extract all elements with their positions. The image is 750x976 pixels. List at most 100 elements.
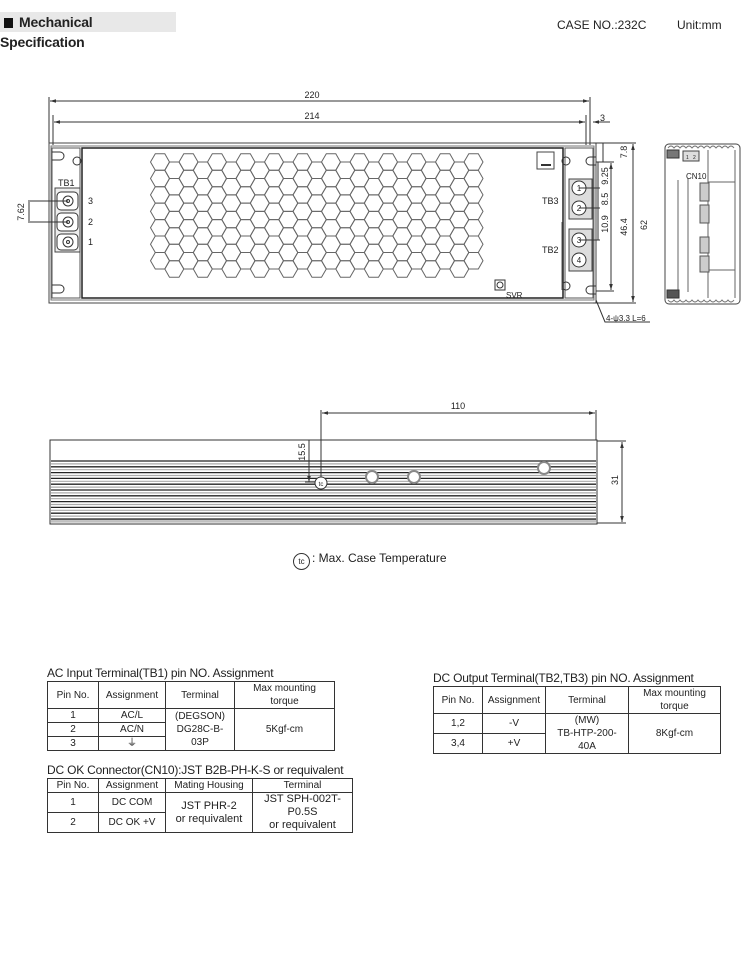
tb1-pin-1: 1 <box>88 237 93 247</box>
output-pin-1: 1 <box>577 184 582 193</box>
dim-110-label: 110 <box>451 401 465 411</box>
ac-input-table-title: AC Input Terminal(TB1) pin NO. Assignmen… <box>47 666 274 680</box>
assignment-cell: AC/N <box>98 722 166 737</box>
header-pin-no: Pin No. <box>47 681 99 709</box>
housing-model: JST PHR-2 <box>181 799 237 812</box>
tc-legend: tc: Max. Case Temperature <box>293 551 447 570</box>
tb1-pin-2: 2 <box>88 217 93 227</box>
assignment-cell: -V <box>482 713 546 734</box>
header-terminal: Terminal <box>252 778 353 793</box>
dc-ok-table: Pin No. Assignment Mating Housing Termin… <box>47 778 353 833</box>
ground-icon: ⏚ <box>98 736 166 751</box>
header-torque: Max mounting torque <box>234 681 335 709</box>
tb1-pin-3: 3 <box>88 196 93 206</box>
dim-15-5-label: 15.5 <box>297 443 307 461</box>
assignment-cell: DC OK +V <box>98 812 166 833</box>
terminal-brand: (DEGSON) <box>175 711 225 722</box>
dim-10-9-label: 10.9 <box>600 215 610 233</box>
pin-cell: 2 <box>47 722 99 737</box>
header-mating-housing: Mating Housing <box>165 778 253 793</box>
dim-220-label: 220 <box>304 90 319 100</box>
header-torque: Max mounting torque <box>628 686 721 714</box>
output-pin-4: 4 <box>577 256 582 265</box>
pin-cell: 2 <box>47 812 99 833</box>
vent-hole <box>463 252 484 270</box>
vent-hole <box>463 169 484 188</box>
dim-31-label: 31 <box>610 475 620 485</box>
vent-hole <box>463 186 484 204</box>
side-screw <box>537 461 551 475</box>
cn10-pin-1: 1 <box>686 155 689 161</box>
mount-hole-note: 4-ψ3.3 L=6 <box>606 314 646 323</box>
dim-7-8-label: 7.8 <box>619 146 629 159</box>
header-terminal: Terminal <box>545 686 629 714</box>
dim-46-4-label: 46.4 <box>619 218 629 236</box>
assignment-cell: AC/L <box>98 708 166 723</box>
assignment-cell: +V <box>482 733 546 754</box>
mount-slot <box>52 151 65 161</box>
right-bracket <box>564 147 594 299</box>
vent-hole <box>463 219 484 237</box>
cn10-label: CN10 <box>686 172 707 181</box>
pin-cell: 3 <box>47 736 99 751</box>
terminal-cell: (MW) TB-HTP-200-40A <box>545 713 629 754</box>
pin-cell: 1,2 <box>433 713 483 734</box>
end-view <box>664 143 741 305</box>
terminal-brand: (MW) <box>574 715 600 726</box>
mount-slot <box>52 284 65 294</box>
dim-7-62-label: 7.62 <box>16 203 26 221</box>
dc-output-table-title: DC Output Terminal(TB2,TB3) pin NO. Assi… <box>433 671 694 685</box>
table-row: 1 DC COM JST PHR-2 or requivalent JST SPH… <box>47 792 353 833</box>
pin-cell: 3,4 <box>433 733 483 754</box>
header-assignment: Assignment <box>98 778 166 793</box>
dim-3-label: 3 <box>600 113 605 123</box>
housing-alt: or requivalent <box>175 812 243 825</box>
tb1-label: TB1 <box>58 178 75 188</box>
tb3-label: TB3 <box>542 196 559 206</box>
dc-output-table: Pin No. Assignment Terminal Max mounting… <box>433 686 721 754</box>
end-fins-bottom <box>667 299 735 303</box>
tc-legend-text: : Max. Case Temperature <box>312 551 447 565</box>
vent-hole <box>463 235 484 253</box>
tb1-terminal <box>56 233 79 251</box>
terminal-model: JST SPH-002T-P0.5S <box>264 793 341 818</box>
housing-cell: JST PHR-2 or requivalent <box>165 792 253 833</box>
side-fins <box>51 460 596 523</box>
header-pin-no: Pin No. <box>433 686 483 714</box>
vent-hole <box>463 202 484 221</box>
dim-62-label: 62 <box>639 220 649 230</box>
case-outline <box>48 142 597 304</box>
tb2-label: TB2 <box>542 245 559 255</box>
side-screw <box>407 470 421 484</box>
header-assignment: Assignment <box>482 686 546 714</box>
vent-hole <box>463 153 484 171</box>
header-terminal: Terminal <box>165 681 235 709</box>
table-row: 1,2 -V (MW) TB-HTP-200-40A 8Kgf-cm <box>433 713 721 754</box>
output-pin-2: 2 <box>577 204 582 213</box>
dc-ok-table-title: DC OK Connector(CN10):JST B2B-PH-K-S or … <box>47 763 344 777</box>
end-case-outline <box>664 143 741 305</box>
tc-point-label: tc <box>319 482 324 488</box>
torque-cell: 5Kgf-cm <box>234 708 335 751</box>
side-view <box>49 410 626 525</box>
pin-cell: 1 <box>47 708 99 723</box>
terminal-model: DG28C-B-03P <box>176 724 224 748</box>
vent-honeycomb <box>149 153 484 278</box>
terminal-cell: (DEGSON) DG28C-B-03P <box>165 708 235 751</box>
end-fins-top <box>667 145 735 149</box>
svr-label: SVR <box>506 291 523 300</box>
case-inner-outline <box>50 145 595 301</box>
dim-214-label: 214 <box>304 111 319 121</box>
table-row: 1 AC/L (DEGSON) DG28C-B-03P 5Kgf-cm <box>47 708 335 751</box>
dim-8-5-label: 8.5 <box>600 193 610 206</box>
side-screw <box>365 470 379 484</box>
cn-housing <box>536 151 555 170</box>
terminal-cell: JST SPH-002T-P0.5S or requivalent <box>252 792 353 833</box>
header-assignment: Assignment <box>98 681 166 709</box>
pin-cell: 1 <box>47 792 99 813</box>
terminal-alt: or requivalent <box>269 819 336 831</box>
output-pin-3: 3 <box>577 236 582 245</box>
ac-input-table: Pin No. Assignment Terminal Max mounting… <box>47 681 335 751</box>
header-pin-no: Pin No. <box>47 778 99 793</box>
assignment-cell: DC COM <box>98 792 166 813</box>
